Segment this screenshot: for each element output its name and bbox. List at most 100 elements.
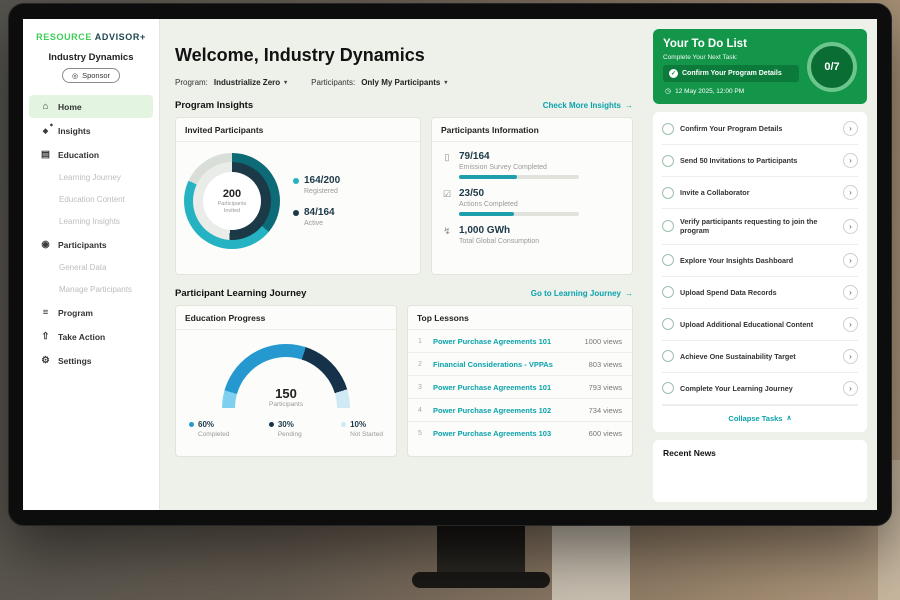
lesson-row[interactable]: 1 Power Purchase Agreements 101 1000 vie… [408,330,632,353]
registered-dot [293,178,299,184]
participants-filter-dropdown[interactable]: Only My Participants ▾ [361,78,447,87]
todo-task[interactable]: Send 50 Invitations to Participants › [662,145,858,177]
lesson-rank: 2 [418,361,426,368]
filter-bar: Program: Industrialize Zero ▾ Participan… [175,78,633,87]
sidebar-item-settings[interactable]: ⚙ Settings [29,349,153,372]
lesson-link[interactable]: Power Purchase Agreements 101 [433,383,582,392]
sidebar-item-education[interactable]: ▤ Education [29,143,153,166]
task-checkbox[interactable] [662,187,674,199]
sidebar-item-take-action[interactable]: ⇧ Take Action [29,325,153,348]
recent-news-card[interactable]: Recent News [653,440,867,502]
sidebar-item-label: General Data [59,263,107,272]
chevron-right-icon[interactable]: › [843,349,858,364]
gear-icon: ⚙ [40,355,51,366]
stat-label: Actions Completed [459,201,579,208]
task-checkbox[interactable] [662,318,674,330]
lesson-link[interactable]: Financial Considerations - VPPAs [433,360,582,369]
sidebar-item-learning-journey[interactable]: Learning Journey [29,167,153,188]
chevron-right-icon[interactable]: › [843,219,858,234]
chevron-right-icon[interactable]: › [843,253,858,268]
chevron-right-icon[interactable]: › [843,381,858,396]
task-checkbox[interactable] [662,286,674,298]
lesson-row[interactable]: 3 Power Purchase Agreements 101 793 view… [408,376,632,399]
sidebar-item-label: Home [58,102,82,112]
sidebar-item-insights[interactable]: ◆ Insights [29,119,153,142]
monitor-stand-base [412,572,550,588]
go-to-learning-journey-link[interactable]: Go to Learning Journey → [531,289,633,298]
org-name: Industry Dynamics [23,52,159,63]
donut-center-value: 200 [223,188,241,200]
sidebar-item-label: Manage Participants [59,285,132,294]
task-checkbox[interactable] [662,382,674,394]
lesson-rank: 4 [418,407,426,414]
todo-time-label: 12 May 2025, 12:00 PM [675,88,744,95]
program-filter-dropdown[interactable]: Industrialize Zero ▾ [214,78,287,87]
card-title: Invited Participants [176,118,420,142]
todo-next-task-time: ◷ 12 May 2025, 12:00 PM [663,87,799,95]
learning-journey-cards: Education Progress 150 Participants [175,305,633,457]
todo-task[interactable]: Upload Spend Data Records › [662,277,858,309]
monitor-bezel: RESOURCE ADVISOR+ Industry Dynamics ◎ Sp… [8,3,892,526]
lesson-link[interactable]: Power Purchase Agreements 103 [433,429,582,438]
lesson-views: 734 views [589,406,622,415]
stat-value: 1,000 GWh [459,225,539,236]
home-icon: ⌂ [40,101,51,112]
sidebar-item-education-content[interactable]: Education Content [29,189,153,210]
card-title: Top Lessons [408,306,632,330]
sidebar-item-home[interactable]: ⌂ Home [29,95,153,118]
todo-task[interactable]: Complete Your Learning Journey › [662,373,858,405]
sidebar-item-label: Education [58,150,99,160]
collapse-tasks-button[interactable]: Collapse Tasks ∧ [662,405,858,431]
stat-value: 23/50 [459,188,579,199]
legend-label: Not Started [350,431,383,438]
sidebar-item-program[interactable]: ≡ Program [29,301,153,324]
sidebar-item-manage-participants[interactable]: Manage Participants [29,279,153,300]
todo-next-task-label: Confirm Your Program Details [682,70,782,77]
donut-center: 200 Participants Invited [203,172,261,230]
task-checkbox[interactable] [662,350,674,362]
todo-subtitle: Complete Your Next Task: [663,54,799,61]
lesson-link[interactable]: Power Purchase Agreements 101 [433,337,577,346]
sidebar-item-learning-insights[interactable]: Learning Insights [29,211,153,232]
lesson-views: 1000 views [584,337,622,346]
invited-participants-chart-area: 200 Participants Invited 164/200 [176,142,420,260]
legend-item-registered: 164/200 Registered [293,175,340,195]
chevron-right-icon[interactable]: › [843,185,858,200]
progress-bar-fill [459,175,517,179]
recent-news-title: Recent News [663,448,716,458]
energy-icon: ↯ [442,226,452,245]
todo-task[interactable]: Invite a Collaborator › [662,177,858,209]
program-insights-header: Program Insights Check More Insights → [175,100,633,111]
task-checkbox[interactable] [662,254,674,266]
survey-icon: ▯ [442,152,452,179]
todo-task[interactable]: Confirm Your Program Details › [662,113,858,145]
todo-next-task[interactable]: ✓ Confirm Your Program Details [663,65,799,82]
stat-value: 79/164 [459,151,579,162]
chevron-right-icon[interactable]: › [843,285,858,300]
todo-task[interactable]: Upload Additional Educational Content › [662,309,858,341]
collapse-tasks-label: Collapse Tasks [728,414,782,423]
task-checkbox[interactable] [662,123,674,135]
todo-task[interactable]: Achieve One Sustainability Target › [662,341,858,373]
todo-task[interactable]: Explore Your Insights Dashboard › [662,245,858,277]
task-checkbox[interactable] [662,155,674,167]
sidebar-item-participants[interactable]: ◉ Participants [29,233,153,256]
participants-filter-label: Participants: [311,78,355,87]
lesson-row[interactable]: 2 Financial Considerations - VPPAs 803 v… [408,353,632,376]
todo-header-left: Your To Do List Complete Your Next Task:… [663,38,799,95]
invited-participants-card: Invited Participants 200 Participants In… [175,117,421,275]
lesson-link[interactable]: Power Purchase Agreements 102 [433,406,582,415]
chevron-right-icon[interactable]: › [843,153,858,168]
lesson-views: 793 views [589,383,622,392]
chevron-right-icon[interactable]: › [843,121,858,136]
sponsor-badge[interactable]: ◎ Sponsor [62,68,120,83]
lesson-row[interactable]: 5 Power Purchase Agreements 103 600 view… [408,422,632,444]
todo-task[interactable]: Verify participants requesting to join t… [662,209,858,245]
task-label: Send 50 Invitations to Participants [680,156,837,165]
chevron-right-icon[interactable]: › [843,317,858,332]
task-checkbox[interactable] [662,220,674,232]
check-more-insights-link[interactable]: Check More Insights → [543,101,633,110]
sidebar-item-general-data[interactable]: General Data [29,257,153,278]
lesson-row[interactable]: 4 Power Purchase Agreements 102 734 view… [408,399,632,422]
sidebar-item-label: Learning Journey [59,173,121,182]
